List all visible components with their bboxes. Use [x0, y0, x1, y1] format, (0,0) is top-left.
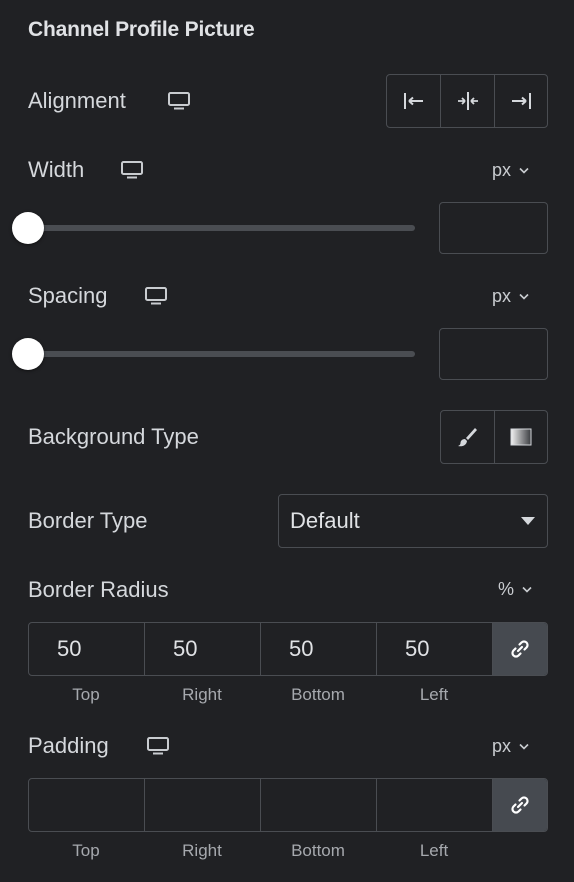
- align-left-icon: [403, 93, 423, 109]
- align-right-icon: [512, 93, 531, 109]
- background-classic-button[interactable]: [441, 411, 495, 463]
- width-unit-value: px: [492, 160, 512, 180]
- chevron-down-icon: [519, 743, 529, 750]
- chevron-down-icon: [519, 167, 529, 174]
- caret-down-icon: [521, 517, 535, 525]
- section-title: Channel Profile Picture: [28, 18, 255, 41]
- alignment-label: Alignment: [28, 88, 126, 113]
- side-label-top: Top: [72, 841, 100, 860]
- align-center-button[interactable]: [441, 75, 495, 127]
- border-radius-side-labels: Top Right Bottom Left: [28, 685, 492, 705]
- side-label-left: Left: [419, 841, 449, 860]
- side-label-bottom: Bottom: [291, 685, 345, 704]
- background-type-label: Background Type: [28, 424, 199, 449]
- chevron-down-icon: [519, 293, 529, 300]
- border-radius-link-button[interactable]: [493, 623, 547, 675]
- align-right-button[interactable]: [495, 75, 547, 127]
- padding-top-input[interactable]: [29, 779, 145, 831]
- side-label-bottom: Bottom: [291, 841, 345, 860]
- padding-link-button[interactable]: [493, 779, 547, 831]
- side-label-top: Top: [72, 685, 100, 704]
- align-center-icon: [457, 92, 478, 110]
- padding-unit-value: px: [492, 736, 512, 756]
- background-gradient-button[interactable]: [495, 411, 548, 463]
- alignment-button-group: [386, 74, 548, 128]
- padding-bottom-input[interactable]: [261, 779, 377, 831]
- padding-label: Padding: [28, 733, 109, 758]
- gradient-icon: [510, 428, 532, 446]
- background-type-button-group: [440, 410, 548, 464]
- width-label: Width: [28, 157, 85, 182]
- border-type-label: Border Type: [28, 508, 148, 533]
- width-unit-dropdown[interactable]: px: [492, 160, 529, 181]
- brush-icon: [458, 428, 478, 447]
- spacing-unit-value: px: [492, 286, 512, 306]
- monitor-icon[interactable]: [168, 92, 190, 110]
- padding-unit-dropdown[interactable]: px: [492, 736, 529, 757]
- side-label-left: Left: [419, 685, 449, 704]
- border-radius-left-input[interactable]: 50: [377, 623, 493, 675]
- spacing-unit-dropdown[interactable]: px: [492, 286, 529, 307]
- border-radius-label: Border Radius: [28, 577, 169, 602]
- padding-right-input[interactable]: [145, 779, 261, 831]
- width-slider-track[interactable]: [28, 225, 415, 231]
- monitor-icon[interactable]: [145, 287, 167, 305]
- spacing-label: Spacing: [28, 283, 108, 308]
- border-radius-top-input[interactable]: 50: [29, 623, 145, 675]
- monitor-icon[interactable]: [147, 737, 169, 755]
- width-value-input[interactable]: [439, 202, 548, 254]
- border-radius-unit-value: %: [498, 579, 515, 599]
- side-label-right: Right: [182, 841, 222, 860]
- side-label-right: Right: [182, 685, 222, 704]
- padding-inputs: [28, 778, 548, 832]
- border-radius-inputs: 50 50 50 50: [28, 622, 548, 676]
- border-radius-right-input[interactable]: 50: [145, 623, 261, 675]
- border-radius-bottom-input[interactable]: 50: [261, 623, 377, 675]
- chevron-down-icon: [522, 586, 532, 593]
- border-type-select[interactable]: Default: [278, 494, 548, 548]
- spacing-value-input[interactable]: [439, 328, 548, 380]
- spacing-slider-track[interactable]: [28, 351, 415, 357]
- link-icon: [511, 640, 529, 658]
- padding-side-labels: Top Right Bottom Left: [28, 841, 492, 861]
- border-type-selected: Default: [290, 508, 360, 533]
- link-icon: [511, 796, 529, 814]
- width-slider-handle[interactable]: [12, 212, 44, 244]
- padding-left-input[interactable]: [377, 779, 493, 831]
- border-radius-unit-dropdown[interactable]: %: [498, 579, 532, 600]
- spacing-slider-handle[interactable]: [12, 338, 44, 370]
- monitor-icon[interactable]: [121, 161, 143, 179]
- align-left-button[interactable]: [387, 75, 441, 127]
